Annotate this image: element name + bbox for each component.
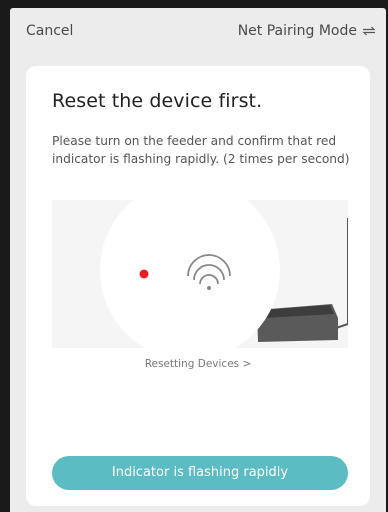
reset-instruction-card: Reset the device first. Please turn on t… — [26, 66, 370, 506]
net-pairing-mode-button[interactable]: Net Pairing Mode — [238, 23, 376, 39]
top-bar: Cancel Net Pairing Mode — [10, 8, 386, 56]
instruction-text: Please turn on the feeder and confirm th… — [52, 134, 350, 166]
page-title: Reset the device first. — [52, 90, 263, 112]
feeder-illustration — [52, 200, 348, 348]
swap-icon — [362, 26, 376, 36]
resetting-devices-link[interactable]: Resetting Devices > — [26, 358, 370, 370]
wifi-icon — [187, 254, 231, 290]
net-pairing-mode-label: Net Pairing Mode — [237, 23, 357, 39]
cancel-button[interactable]: Cancel — [26, 23, 73, 39]
app-screen: Cancel Net Pairing Mode Reset the device… — [10, 8, 386, 512]
confirm-flashing-button[interactable]: Indicator is flashing rapidly — [52, 456, 348, 490]
